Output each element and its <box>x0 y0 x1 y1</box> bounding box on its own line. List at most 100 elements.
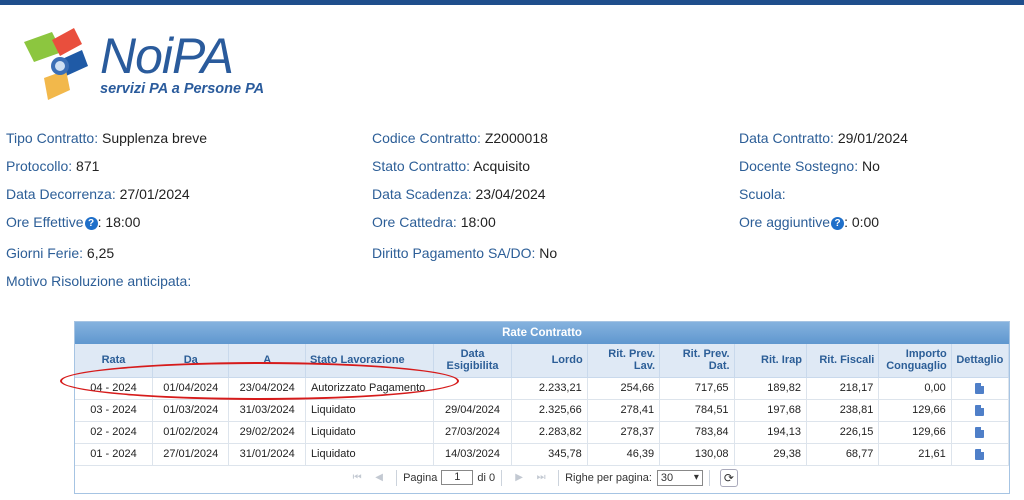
field-label: Giorni Ferie: <box>6 245 84 261</box>
document-icon[interactable] <box>975 404 985 416</box>
field-tipo-contratto: Tipo Contratto: Supplenza breve <box>6 129 207 147</box>
field-ore-aggiuntive: Ore aggiuntive?: 0:00 <box>739 214 880 230</box>
field-value: No <box>539 245 558 261</box>
col-header-dettaglio[interactable]: Dettaglio <box>951 344 1010 378</box>
field-label: Data Decorrenza: <box>6 186 116 202</box>
cell-dettaglio[interactable] <box>951 421 1010 444</box>
cell-importo-conguaglio: 0,00 <box>878 377 952 400</box>
rate-table: Rata Da A Stato Lavorazione Data Esigibilita L… <box>75 344 1010 466</box>
cell-a: 29/02/2024 <box>228 421 306 444</box>
cell-rit-irap: 29,38 <box>734 443 807 466</box>
field-value: No <box>861 158 880 174</box>
cell-stato-lavorazione: Liquidato <box>305 399 434 422</box>
field-value: 871 <box>76 158 100 174</box>
cell-rit-prev-dat: 130,08 <box>659 443 735 466</box>
field-value: 0:00 <box>851 214 880 230</box>
cell-rit-fiscali: 226,15 <box>806 421 880 444</box>
first-page-button[interactable]: ⏮ <box>348 470 366 486</box>
table-row[interactable]: 03 - 2024 01/03/2024 31/03/2024 Liquidato 29… <box>75 399 1010 422</box>
col-header-stato-lavorazione[interactable]: Stato Lavorazione <box>305 344 434 378</box>
cell-importo-conguaglio: 129,66 <box>878 421 952 444</box>
cell-data-esigibilita: 14/03/2024 <box>433 443 513 466</box>
field-docente-sostegno: Docente Sostegno: No <box>739 157 880 175</box>
cell-a: 31/03/2024 <box>228 399 306 422</box>
cell-lordo: 345,78 <box>511 443 588 466</box>
field-data-contratto: Data Contratto: 29/01/2024 <box>739 129 908 147</box>
document-icon[interactable] <box>975 382 985 394</box>
field-value: 6,25 <box>86 245 115 261</box>
rate-contratto-panel: Rate Contratto Rata Da A Stato Lavorazione D… <box>74 321 1010 494</box>
prev-page-button[interactable]: ◀ <box>370 470 388 486</box>
field-label: Data Scadenza: <box>372 186 472 202</box>
top-bar <box>0 0 1024 5</box>
field-stato-contratto: Stato Contratto: Acquisito <box>372 157 530 175</box>
cell-rit-prev-lav: 254,66 <box>587 377 661 400</box>
field-motivo-risoluzione: Motivo Risoluzione anticipata: <box>6 272 191 290</box>
cell-a: 31/01/2024 <box>228 443 306 466</box>
noipa-logo: NoiPA servizi PA a Persone PA <box>22 26 282 106</box>
cell-da: 01/03/2024 <box>152 399 230 422</box>
col-header-rit-prev-lav[interactable]: Rit. Prev. Lav. <box>587 344 661 378</box>
logo-wordmark: NoiPA <box>100 28 234 84</box>
cell-rit-irap: 194,13 <box>734 421 807 444</box>
next-page-button[interactable]: ▶ <box>510 470 528 486</box>
field-scuola: Scuola: <box>739 185 786 203</box>
pager-divider <box>558 469 560 486</box>
field-label: Ore Cattedra: <box>372 214 457 230</box>
refresh-icon[interactable]: ⟳ <box>719 468 738 487</box>
pager-divider <box>501 469 503 486</box>
field-label: Ore aggiuntive <box>739 214 831 230</box>
col-header-rata[interactable]: Rata <box>75 344 153 378</box>
field-label: Motivo Risoluzione anticipata: <box>6 273 192 289</box>
cell-rata: 02 - 2024 <box>75 421 153 444</box>
cell-rit-prev-lav: 46,39 <box>587 443 661 466</box>
document-icon[interactable] <box>975 426 985 438</box>
field-value: Z2000018 <box>484 130 548 146</box>
col-header-data-esigibilita[interactable]: Data Esigibilita <box>433 344 513 378</box>
cell-dettaglio[interactable] <box>951 399 1010 422</box>
cell-dettaglio[interactable] <box>951 443 1010 466</box>
field-value: 23/04/2024 <box>475 186 546 202</box>
field-ore-effettive: Ore Effettive?: 18:00 <box>6 214 141 230</box>
col-header-rit-fiscali[interactable]: Rit. Fiscali <box>806 344 880 378</box>
table-row[interactable]: 02 - 2024 01/02/2024 29/02/2024 Liquidato 27… <box>75 421 1010 444</box>
cell-data-esigibilita: 27/03/2024 <box>433 421 513 444</box>
table-row[interactable]: 04 - 2024 01/04/2024 23/04/2024 Autorizzato… <box>75 377 1010 400</box>
cell-stato-lavorazione: Liquidato <box>305 443 434 466</box>
field-label: Data Contratto: <box>739 130 834 146</box>
field-giorni-ferie: Giorni Ferie: 6,25 <box>6 244 114 262</box>
field-value: Acquisito <box>473 158 530 174</box>
document-icon[interactable] <box>975 448 985 460</box>
cell-rit-prev-dat: 784,51 <box>659 399 735 422</box>
field-protocollo: Protocollo: 871 <box>6 157 99 175</box>
cell-dettaglio[interactable] <box>951 377 1010 400</box>
last-page-button[interactable]: ⏭ <box>532 470 550 486</box>
col-header-rit-prev-dat[interactable]: Rit. Prev. Dat. <box>659 344 735 378</box>
cell-importo-conguaglio: 129,66 <box>878 399 952 422</box>
cell-a: 23/04/2024 <box>228 377 306 400</box>
field-label: Codice Contratto: <box>372 130 481 146</box>
cell-rit-prev-lav: 278,37 <box>587 421 661 444</box>
cell-da: 01/04/2024 <box>152 377 230 400</box>
help-icon[interactable]: ? <box>831 217 845 230</box>
cell-importo-conguaglio: 21,61 <box>878 443 952 466</box>
logo-emblem-icon <box>24 28 88 100</box>
help-icon[interactable]: ? <box>84 217 98 230</box>
col-header-rit-irap[interactable]: Rit. Irap <box>734 344 807 378</box>
col-header-importo-conguaglio[interactable]: Importo Conguaglio <box>878 344 952 378</box>
cell-rit-fiscali: 238,81 <box>806 399 880 422</box>
page-input[interactable]: 1 <box>441 470 474 485</box>
field-value: Supplenza breve <box>101 130 208 146</box>
cell-da: 27/01/2024 <box>152 443 230 466</box>
table-row[interactable]: 01 - 2024 27/01/2024 31/01/2024 Liquidato 14… <box>75 443 1010 466</box>
field-label: Ore Effettive <box>6 214 84 230</box>
rows-per-page-select[interactable]: 30 <box>656 469 703 486</box>
col-header-lordo[interactable]: Lordo <box>511 344 588 378</box>
col-header-da[interactable]: Da <box>152 344 230 378</box>
field-label: Docente Sostegno: <box>739 158 859 174</box>
col-header-a[interactable]: A <box>228 344 306 378</box>
field-label: Scuola: <box>739 186 786 202</box>
cell-rit-fiscali: 218,17 <box>806 377 880 400</box>
field-codice-contratto: Codice Contratto: Z2000018 <box>372 129 548 147</box>
pager: ⏮ ◀ Pagina 1 di 0 ▶ ⏭ Righe per pagina: … <box>75 466 1009 490</box>
